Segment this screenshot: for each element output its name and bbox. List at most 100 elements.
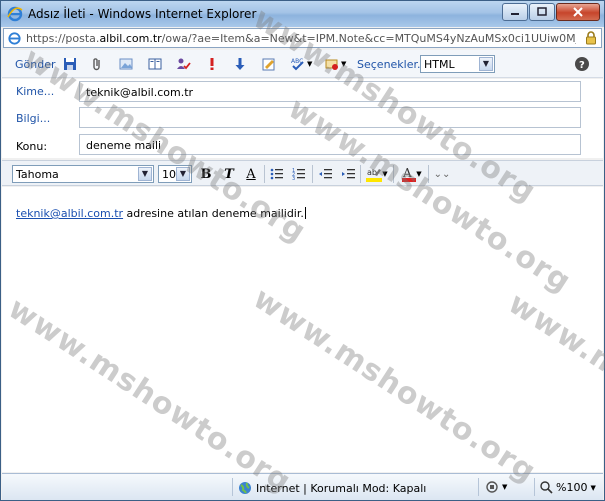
attach-button[interactable] [89,56,105,72]
format-toolbar: Tahoma ▼ 10 ▼ B T A 123 ab ▼ A ▼ ⌄⌄ [2,160,603,186]
ie-logo-icon [7,6,23,22]
globe-icon [239,482,251,494]
font-color-icon: A [402,166,417,182]
importance-low-button[interactable] [232,56,248,72]
numbered-list-icon: 123 [292,168,305,181]
highlight-dropdown-icon: ▼ [382,170,388,178]
address-url: https://posta.albil.com.tr/owa/?ae=Item&… [26,32,576,45]
ie-page-icon [8,32,21,45]
check-names-icon [177,58,191,70]
address-book-button[interactable] [147,56,163,72]
maximize-icon [537,7,547,16]
signature-icon [262,58,275,71]
underline-label: A [246,166,256,182]
cc-button[interactable]: Bilgi... [16,112,50,125]
italic-label: T [224,166,234,182]
increase-indent-button[interactable] [339,165,357,183]
browser-window: Adsız İleti - Windows Internet Explorer … [0,0,605,501]
help-button[interactable]: ? [574,56,590,72]
underline-button[interactable]: A [242,165,260,183]
address-domain: albil.com.tr [99,32,162,45]
close-button[interactable] [556,3,600,21]
security-zone[interactable]: Internet | Korumalı Mod: Kapalı [238,481,426,495]
address-bar[interactable]: https://posta.albil.com.tr/owa/?ae=Item&… [3,28,602,48]
bullet-list-button[interactable] [268,165,286,183]
minimize-button[interactable] [502,3,528,21]
insert-image-button[interactable] [118,56,134,72]
help-icon: ? [575,57,589,71]
address-prefix: https://posta. [26,32,100,45]
message-toolbar: Gönder ABC ▼ ▼ Seçenekler... HTML ▼ ? [2,50,603,78]
message-body[interactable]: teknik@albil.com.tr adresine atılan dene… [2,187,603,472]
to-field[interactable]: teknik@albil.com.tr [79,81,581,102]
toolbar-divider [428,165,429,183]
spellcheck-dropdown-icon: ▼ [307,60,313,68]
importance-high-icon [210,58,214,70]
highlight-button[interactable]: ab ▼ [364,165,390,183]
attach-icon [93,58,100,71]
more-options-button[interactable]: ⌄⌄ [433,165,451,183]
status-bar: Internet | Korumalı Mod: Kapalı ▼ %100 ▼ [2,473,603,500]
format-select[interactable]: HTML ▼ [420,55,495,73]
subject-field[interactable]: deneme maili [79,134,581,155]
protected-mode-button[interactable]: ▼ [484,480,507,494]
chevron-down-icon: ▼ [176,167,190,181]
font-size-select[interactable]: 10 ▼ [158,165,192,183]
send-button[interactable]: Gönder [15,56,56,72]
title-bar: Adsız İleti - Windows Internet Explorer [1,1,604,27]
image-icon [119,58,133,70]
minimize-icon [511,13,519,15]
bold-button[interactable]: B [197,165,215,183]
decrease-indent-icon [319,169,332,179]
close-icon [573,7,583,17]
signature-button[interactable] [261,56,277,72]
spellcheck-icon: ABC [291,58,304,71]
save-icon [64,58,76,70]
svg-text:A: A [402,166,412,180]
highlight-icon: ab [366,168,383,182]
importance-high-button[interactable] [204,56,220,72]
svg-text:3: 3 [292,176,295,181]
zoom-icon [540,481,553,494]
address-book-icon [148,58,162,70]
status-divider [232,478,233,496]
save-button[interactable] [62,56,78,72]
to-button[interactable]: Kime... [16,85,54,98]
tag-icon [325,59,338,70]
zoom-control[interactable]: %100 ▼ [540,481,596,494]
body-link[interactable]: teknik@albil.com.tr [16,207,123,220]
chevron-down-icon: ▼ [590,483,596,492]
tag-button[interactable]: ▼ [324,56,346,72]
chevron-down-icon: ▼ [138,167,152,181]
chevron-down-icon: ▼ [479,57,493,71]
font-select-value: Tahoma [16,168,59,181]
bold-label: B [200,166,212,182]
zone-text: Internet | Korumalı Mod: Kapalı [256,481,427,495]
font-color-dropdown-icon: ▼ [416,170,422,178]
bullet-list-icon [270,168,283,180]
font-select[interactable]: Tahoma ▼ [12,165,154,183]
options-label: Seçenekler... [357,57,428,71]
numbered-list-button[interactable]: 123 [290,165,308,183]
text-caret [304,207,306,219]
lock-icon[interactable] [585,31,597,45]
body-text: teknik@albil.com.tr adresine atılan dene… [16,207,306,220]
double-chevron-down-icon: ⌄⌄ [433,168,451,180]
status-divider [478,478,479,496]
svg-text:ab: ab [367,168,377,177]
options-button[interactable]: Seçenekler... [357,56,428,72]
spellcheck-button[interactable]: ABC ▼ [290,56,312,72]
zoom-level: %100 [556,481,588,494]
chevron-down-icon: ▼ [502,483,508,491]
italic-button[interactable]: T [220,165,238,183]
font-color-button[interactable]: A ▼ [399,165,425,183]
maximize-button[interactable] [529,3,555,21]
address-path: /owa/?ae=Item&a=New&t=IPM.Note&cc=MTQuMS… [161,32,576,45]
cc-field[interactable] [79,107,581,128]
body-content: adresine atılan deneme mailidir. [123,207,304,220]
tag-dropdown-icon: ▼ [341,60,347,68]
check-names-button[interactable] [175,56,191,72]
toolbar-divider [312,165,313,183]
decrease-indent-button[interactable] [316,165,334,183]
svg-text:?: ? [579,60,585,71]
